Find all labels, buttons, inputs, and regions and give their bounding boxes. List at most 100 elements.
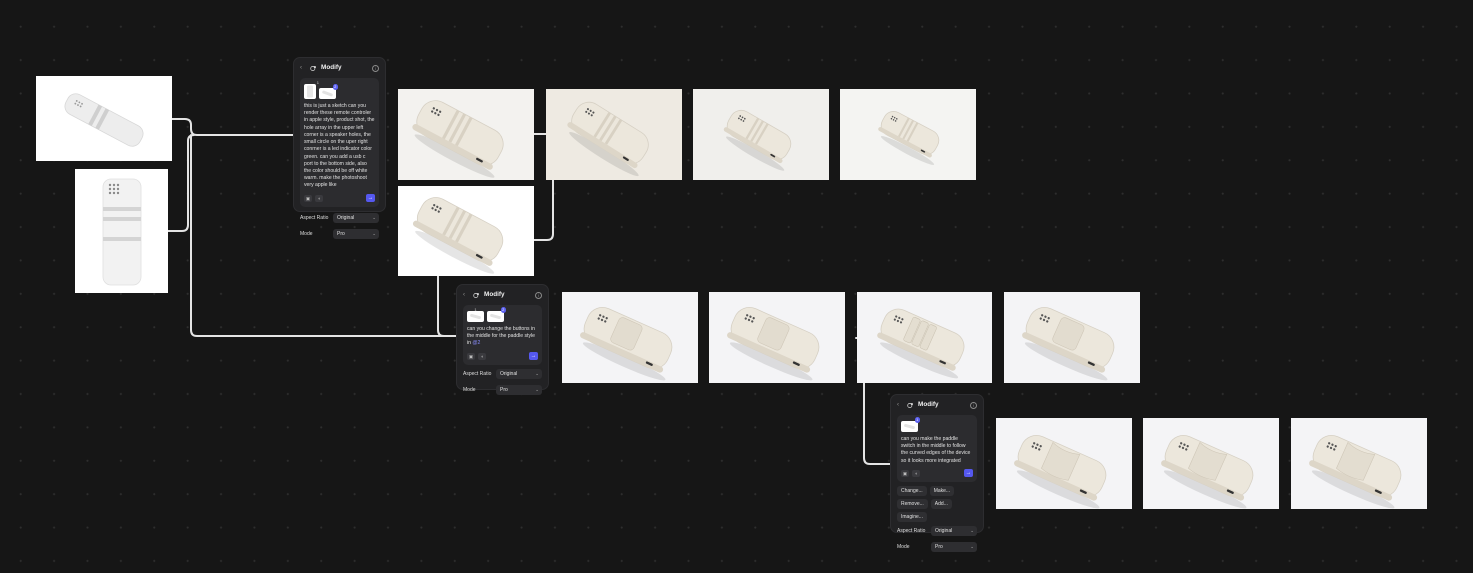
aspect-ratio-label: Aspect Ratio xyxy=(897,528,926,534)
mode-value: Pro xyxy=(337,231,345,238)
microphone-icon[interactable]: ◖ xyxy=(478,352,486,360)
aspect-ratio-select[interactable]: Original ⌄ xyxy=(931,526,977,537)
mode-value: Pro xyxy=(500,387,508,394)
render-image-9[interactable] xyxy=(1004,292,1140,383)
info-icon[interactable]: i xyxy=(372,65,379,72)
mode-label: Mode xyxy=(463,386,476,393)
sketch-image-2[interactable] xyxy=(75,169,168,293)
aspect-ratio-label: Aspect Ratio xyxy=(463,370,492,377)
reference-chip-2[interactable]: 2 xyxy=(319,84,338,99)
mode-select[interactable]: Pro ⌄ xyxy=(333,229,379,240)
render-image-2[interactable] xyxy=(546,89,682,180)
panel-title: Modify xyxy=(484,291,505,299)
chevron-down-icon: ⌄ xyxy=(535,387,539,393)
reference-chip-1[interactable]: 1 xyxy=(901,417,920,432)
sketch-remote-front xyxy=(102,178,142,286)
info-icon[interactable]: i xyxy=(970,402,977,409)
product-render-illustration xyxy=(1014,435,1107,509)
image-attach-icon[interactable]: ▣ xyxy=(304,194,312,202)
product-render-illustration xyxy=(580,307,673,381)
mode-select[interactable]: Pro ⌄ xyxy=(931,542,977,553)
wire-render-to-modify-2 xyxy=(437,275,445,337)
modify-sparkle-icon xyxy=(473,293,479,298)
render-image-11[interactable] xyxy=(1143,418,1279,509)
aspect-ratio-select[interactable]: Original ⌄ xyxy=(333,213,379,224)
prompt-box[interactable]: 1 can you make the paddle switch in the … xyxy=(897,415,977,482)
reference-chip-1[interactable]: 1 xyxy=(467,307,484,322)
microphone-icon[interactable]: ◖ xyxy=(315,194,323,202)
info-icon[interactable]: i xyxy=(535,292,542,299)
product-render-illustration xyxy=(1022,307,1115,381)
product-render-illustration xyxy=(412,100,504,178)
product-render-illustration xyxy=(723,109,792,171)
image-attach-icon[interactable]: ▣ xyxy=(467,352,475,360)
product-render-illustration xyxy=(878,111,940,165)
chip-number: 1 xyxy=(914,417,920,423)
product-render-illustration xyxy=(567,101,649,177)
product-render-illustration xyxy=(412,197,504,274)
chip-number: 1 xyxy=(316,80,319,85)
render-image-5[interactable] xyxy=(398,186,534,276)
aspect-ratio-value: Original xyxy=(337,215,355,222)
reference-chips: 1 2 xyxy=(467,307,538,322)
mode-select[interactable]: Pro ⌄ xyxy=(496,385,542,396)
modify-sparkle-icon xyxy=(310,66,316,71)
chip-number: 2 xyxy=(332,84,338,90)
action-add[interactable]: Add... xyxy=(930,498,952,509)
mode-label: Mode xyxy=(897,544,910,550)
chevron-left-icon[interactable]: ‹ xyxy=(300,64,306,72)
send-button[interactable]: → xyxy=(529,352,538,361)
sketch-image-1[interactable] xyxy=(36,76,172,161)
prompt-text[interactable]: this is just a sketch can you render the… xyxy=(304,103,375,190)
reference-chip-2[interactable]: 2 xyxy=(487,307,506,322)
render-image-10[interactable] xyxy=(996,418,1132,509)
sketch-remote-perspective xyxy=(64,93,144,147)
chevron-left-icon[interactable]: ‹ xyxy=(463,291,469,299)
image-attach-icon[interactable]: ▣ xyxy=(901,469,909,477)
prompt-text[interactable]: can you change the buttons in the middle… xyxy=(467,326,538,348)
render-image-7[interactable] xyxy=(709,292,845,383)
modify-panel-1: ‹ Modify i 1 2 this is just a sketch can… xyxy=(293,57,386,240)
aspect-ratio-value: Original xyxy=(935,528,953,535)
wire-sketch-to-modify-1 xyxy=(171,118,296,136)
send-button[interactable]: → xyxy=(964,469,973,478)
prompt-box[interactable]: 1 2 can you change the buttons in the mi… xyxy=(463,305,542,365)
modify-panel-2: ‹ Modify i 1 2 can you change the button… xyxy=(456,284,549,396)
render-image-8[interactable] xyxy=(857,292,992,383)
render-image-6[interactable] xyxy=(562,292,698,383)
mode-value: Pro xyxy=(935,544,943,551)
send-button[interactable]: → xyxy=(366,194,375,203)
action-imagine[interactable]: Imagine... xyxy=(897,511,927,522)
render-image-12[interactable] xyxy=(1291,418,1427,509)
chevron-down-icon: ⌄ xyxy=(372,231,376,237)
aspect-ratio-label: Aspect Ratio xyxy=(300,214,329,221)
chevron-left-icon[interactable]: ‹ xyxy=(897,401,903,409)
panel-title: Modify xyxy=(321,64,342,72)
chip-number: 2 xyxy=(500,307,506,313)
chevron-down-icon: ⌄ xyxy=(372,215,376,221)
render-image-1[interactable] xyxy=(398,89,534,180)
reference-chip-1[interactable]: 1 xyxy=(304,80,319,99)
render-image-4[interactable] xyxy=(840,89,976,180)
product-render-illustration xyxy=(877,308,965,379)
chevron-down-icon: ⌄ xyxy=(535,371,539,377)
action-make[interactable]: Make... xyxy=(929,485,955,496)
aspect-ratio-select[interactable]: Original ⌄ xyxy=(496,369,542,380)
prompt-text[interactable]: can you make the paddle switch in the mi… xyxy=(901,436,973,465)
product-render-illustration xyxy=(1309,435,1402,509)
reference-chips: 1 xyxy=(901,417,973,432)
product-render-illustration xyxy=(727,307,820,381)
chevron-down-icon: ⌄ xyxy=(970,528,974,534)
modify-sparkle-icon xyxy=(907,403,913,408)
mode-label: Mode xyxy=(300,230,313,237)
suggestion-actions: Change... Make... Remove... Add... Imagi… xyxy=(897,485,977,522)
reference-chips: 1 2 xyxy=(304,81,375,99)
render-image-3[interactable] xyxy=(693,89,829,180)
microphone-icon[interactable]: ◖ xyxy=(912,469,920,477)
action-change[interactable]: Change... xyxy=(897,485,927,496)
action-remove[interactable]: Remove... xyxy=(897,498,928,509)
image-tag[interactable]: @2 xyxy=(472,340,480,346)
chip-number: 1 xyxy=(474,307,477,312)
prompt-box[interactable]: 1 2 this is just a sketch can you render… xyxy=(300,78,379,207)
panel-title: Modify xyxy=(918,401,939,409)
